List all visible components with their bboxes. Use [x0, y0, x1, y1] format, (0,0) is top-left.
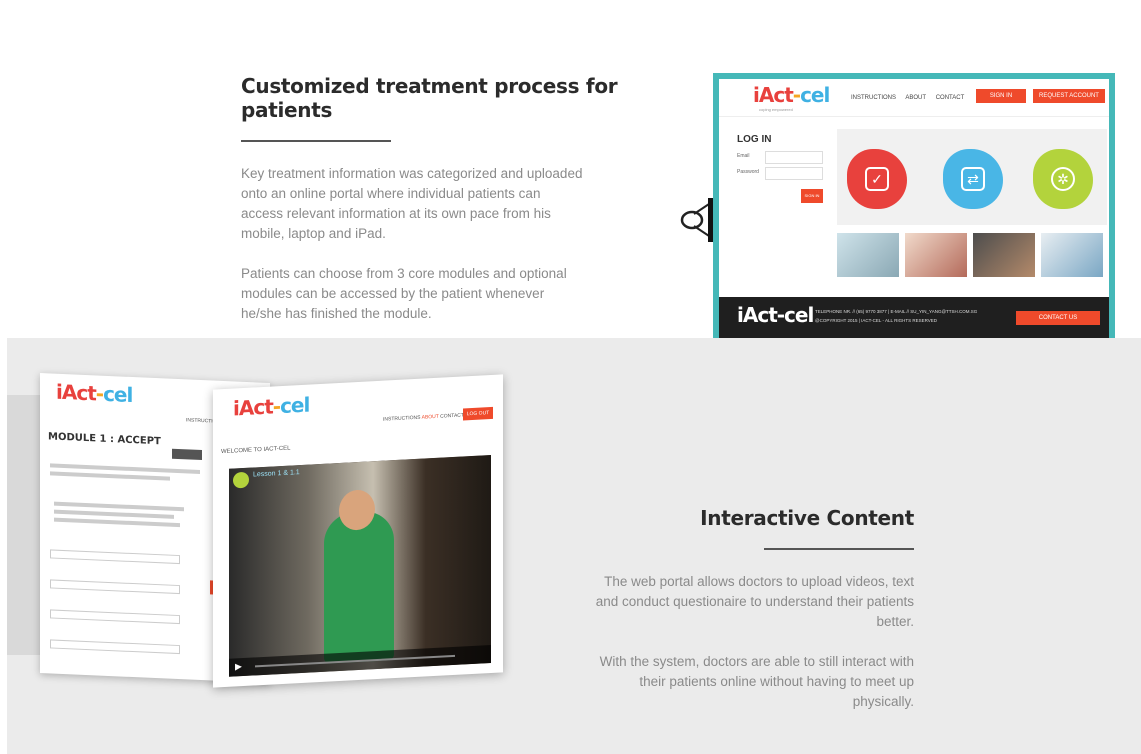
footer-logo: iAct-cel: [737, 303, 814, 327]
answer-field[interactable]: [50, 549, 180, 565]
portal-footer: iAct-cel TELEPHONE NR. // (65) 9770 3877…: [719, 297, 1109, 339]
gear-icon: ✲: [1051, 167, 1075, 191]
checkbox-icon: ✓: [865, 167, 889, 191]
screen-nav: INSTRUCTIONS ABOUT CONTACT: [383, 412, 464, 423]
request-account-button[interactable]: REQUEST ACCOUNT: [1033, 89, 1105, 103]
thumbnail-image[interactable]: [837, 233, 899, 277]
footer-text: TELEPHONE NR. // (65) 9770 3877 | E-MAIL…: [815, 309, 978, 323]
section-paragraph: Key treatment information was categorize…: [241, 166, 583, 241]
play-icon[interactable]: ▶: [235, 661, 242, 672]
thumbnail-image[interactable]: [905, 233, 967, 277]
sign-in-button[interactable]: SIGN IN: [976, 89, 1026, 103]
module-blob-red[interactable]: ✓: [847, 149, 907, 209]
module-title: MODULE 1 : ACCEPT: [48, 431, 161, 448]
section-paragraph: The web portal allows doctors to upload …: [595, 574, 914, 629]
portal-page: iAct-cel coping empowered INSTRUCTIONS A…: [719, 79, 1109, 339]
answer-field[interactable]: [50, 639, 180, 655]
text-line: [54, 517, 180, 528]
email-label: Email: [737, 153, 750, 159]
presenter-figure: [324, 510, 394, 664]
section-paragraph: Patients can choose from 3 core modules …: [241, 266, 567, 321]
title-divider: [241, 140, 391, 142]
screen-nav: INSTRUCTIO: [186, 417, 217, 425]
log-out-button[interactable]: LOG OUT: [463, 406, 493, 421]
module-blob-green[interactable]: ✲: [1033, 149, 1093, 209]
contact-us-button[interactable]: CONTACT US: [1016, 311, 1100, 325]
portal-screenshot: iAct-cel coping empowered INSTRUCTIONS A…: [713, 73, 1115, 339]
thumbnail-image[interactable]: [973, 233, 1035, 277]
top-section: Customized treatment process for patient…: [0, 0, 1141, 339]
previous-button[interactable]: [172, 448, 202, 461]
section-paragraph: With the system, doctors are able to sti…: [599, 654, 914, 709]
module-blob-blue[interactable]: ⇄: [943, 149, 1003, 209]
portal-logo: iAct-cel: [753, 83, 830, 107]
nav-about[interactable]: ABOUT: [905, 95, 926, 101]
section-title: Interactive Content: [700, 506, 914, 530]
screen-logo: iAct-cel: [233, 392, 310, 421]
answer-field[interactable]: [50, 609, 180, 625]
nav-instructions[interactable]: INSTRUCTIONS: [851, 95, 896, 101]
thumbnail-image[interactable]: [1041, 233, 1103, 277]
title-divider: [764, 548, 914, 550]
login-submit-button[interactable]: SIGN IN: [801, 189, 823, 203]
section-text-block: Interactive Content The web portal allow…: [584, 506, 915, 712]
nav-contact[interactable]: CONTACT: [936, 95, 965, 101]
portal-nav-links: INSTRUCTIONS ABOUT CONTACT: [851, 95, 972, 101]
section-title: Customized treatment process for patient…: [241, 74, 618, 122]
refresh-icon: ⇄: [961, 167, 985, 191]
welcome-text: WELCOME TO IACT-CEL: [221, 445, 291, 456]
screen-logo: iAct-cel: [56, 379, 133, 408]
text-line: [50, 471, 170, 481]
video-screenshot: iAct-cel INSTRUCTIONS ABOUT CONTACT LOG …: [213, 374, 503, 688]
section-text-block: Customized treatment process for patient…: [241, 74, 681, 324]
portal-navbar: iAct-cel coping empowered INSTRUCTIONS A…: [719, 79, 1109, 117]
video-player[interactable]: Lesson 1 & 1.1 ▶: [229, 455, 491, 677]
login-title: LOG IN: [737, 134, 772, 145]
module-hero: ✓ ⇄ ✲: [837, 129, 1107, 225]
portal-tagline: coping empowered: [759, 107, 793, 112]
password-label: Password: [737, 169, 759, 175]
answer-field[interactable]: [50, 579, 180, 595]
progress-bar[interactable]: [255, 654, 455, 668]
email-field[interactable]: [765, 151, 823, 164]
password-field[interactable]: [765, 167, 823, 180]
